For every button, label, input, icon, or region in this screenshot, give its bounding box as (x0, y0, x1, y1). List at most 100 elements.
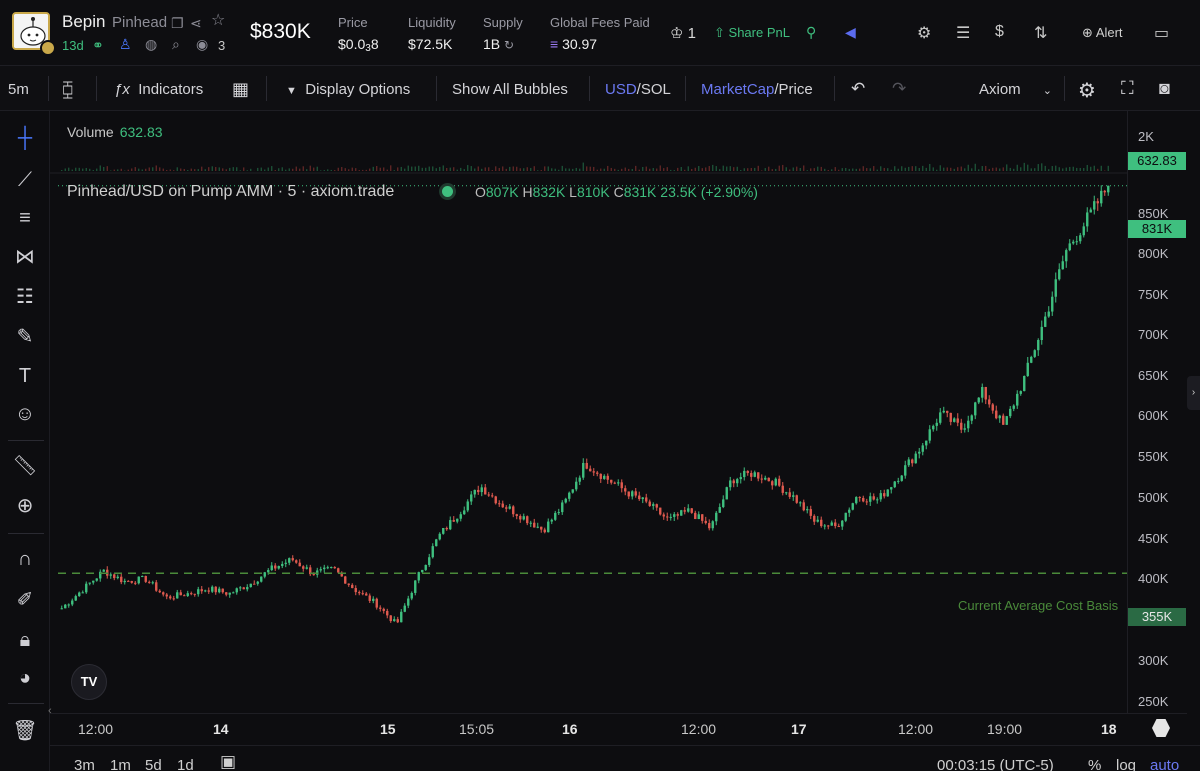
candle-body (137, 576, 140, 584)
volume-bar (978, 169, 980, 171)
list-icon[interactable]: ☰ (956, 23, 970, 43)
candle-body (228, 592, 231, 595)
expand-panel-button[interactable]: › (1187, 376, 1200, 410)
undo-icon[interactable]: ↶ (851, 79, 865, 99)
crosshair-icon[interactable]: ┼ (10, 124, 40, 152)
candle-body (162, 592, 165, 595)
candle-body (148, 581, 151, 583)
camera-icon[interactable]: ◙ (1159, 78, 1170, 99)
candlestick-plot[interactable] (50, 111, 1127, 713)
candle-body (816, 519, 819, 522)
provider-select[interactable]: Axiom ⌄ (979, 81, 1052, 98)
range-3m[interactable]: 3m (74, 757, 95, 771)
swap-icon[interactable]: ⇅ (1034, 23, 1047, 43)
trash-icon[interactable]: 🗑︎ (10, 717, 40, 745)
percent-toggle[interactable]: % (1088, 757, 1101, 771)
settings-icon[interactable]: ⚙ (917, 23, 931, 43)
window-icon[interactable]: ▭ (1154, 23, 1169, 43)
cost-basis-badge: 355K (1128, 608, 1186, 626)
candle-body (953, 418, 956, 422)
search-icon[interactable]: ⌕ (172, 37, 180, 51)
candle-body (141, 575, 144, 577)
candle-body (498, 503, 501, 505)
volume-bar (323, 170, 325, 171)
user-icon[interactable]: ♙ (119, 37, 132, 51)
volume-bar (719, 169, 721, 171)
fullscreen-icon[interactable]: ⛶ (1121, 78, 1134, 99)
price-chart[interactable] (50, 111, 1127, 713)
candle-body (718, 507, 721, 513)
indicators-button[interactable]: ƒx Indicators (114, 81, 203, 98)
zoom-in-icon[interactable]: ⊕ (10, 492, 40, 520)
calendar-icon[interactable]: ▣ (220, 752, 236, 771)
candle-body (172, 598, 175, 600)
candle-body (687, 508, 690, 512)
display-options-button[interactable]: ▼ Display Options (286, 81, 410, 98)
tradingview-logo[interactable]: TV (71, 664, 107, 700)
candle-body (550, 519, 553, 522)
candle-body (827, 525, 830, 527)
crown-counter[interactable]: ♔ 1 (670, 24, 696, 42)
globe-icon[interactable]: ◍ (145, 37, 157, 51)
candle-type-icon[interactable]: ⧮ (62, 79, 73, 100)
volume-bar (393, 170, 395, 171)
candle-body (169, 596, 172, 599)
chart-settings-icon[interactable]: ⚙ (1078, 78, 1096, 103)
megaphone-icon[interactable]: ◀ (845, 24, 856, 41)
candle-body (834, 522, 837, 527)
candle-body (911, 459, 914, 464)
volume-bar (1062, 168, 1064, 171)
candle-body (690, 508, 693, 513)
token-name: Bepin (62, 12, 106, 31)
range-1d[interactable]: 1d (177, 757, 194, 771)
metric-toggle[interactable]: MarketCap/Price (701, 81, 813, 98)
trendline-icon[interactable]: ⟋ (10, 166, 40, 194)
layout-grid-icon[interactable]: ▦ (232, 79, 249, 100)
ohlc-legend: O807K H832K L810K C831K 23.5K (+2.90%) (475, 184, 758, 200)
lock-icon[interactable]: 🔒︎ (10, 626, 40, 654)
share-pnl-button[interactable]: ⇧ Share PnL (714, 25, 790, 41)
candle-body (788, 492, 791, 497)
dollar-icon[interactable]: $ (995, 23, 1004, 41)
candle-body (620, 482, 623, 489)
volume-bar (743, 168, 745, 171)
brush-icon[interactable]: ✎ (10, 323, 40, 351)
volume-bar (883, 167, 885, 171)
range-5d[interactable]: 5d (145, 757, 162, 771)
volume-bar (855, 168, 857, 171)
share-icon[interactable]: ⋖ (190, 16, 202, 30)
pin-icon[interactable]: ⚲ (806, 24, 816, 41)
link-icon[interactable]: ⚭ (92, 38, 104, 52)
ruler-icon[interactable]: 📏︎ (10, 452, 40, 480)
copy-icon[interactable]: ❐ (171, 16, 184, 30)
emoji-icon[interactable]: ☺ (10, 400, 40, 428)
candle-body (312, 574, 315, 576)
alert-button[interactable]: ⊕ Alert (1082, 25, 1123, 41)
candle-body (722, 499, 725, 508)
clock-readout[interactable]: 00:03:15 (UTC-5) (937, 757, 1054, 771)
candle-body (571, 489, 574, 493)
fib-icon[interactable]: ☷ (10, 283, 40, 311)
auto-toggle[interactable]: auto (1150, 757, 1179, 771)
currency-toggle[interactable]: USD/SOL (605, 81, 671, 98)
show-bubbles-button[interactable]: Show All Bubbles (452, 81, 568, 98)
log-toggle[interactable]: log (1116, 757, 1136, 771)
stat-value: $0.038 (338, 36, 379, 54)
volume-bar (1076, 167, 1078, 171)
volume-bar (502, 166, 504, 171)
volume-bar (302, 166, 304, 171)
text-icon[interactable]: T (10, 362, 40, 390)
candle-body (883, 493, 886, 497)
volume-bar (939, 165, 941, 171)
lock-drawing-icon[interactable]: ✐ (10, 586, 40, 614)
pattern-icon[interactable]: ⋈ (10, 243, 40, 271)
candle-body (361, 593, 364, 595)
star-icon[interactable]: ☆ (211, 13, 225, 29)
hide-icon[interactable]: ◕ (10, 664, 40, 692)
interval-select[interactable]: 5m (8, 81, 29, 98)
magnet-icon[interactable]: ∩ (10, 545, 40, 573)
volume-bar (729, 166, 731, 171)
redo-icon[interactable]: ↷ (892, 79, 906, 99)
range-1m[interactable]: 1m (110, 757, 131, 771)
horizontal-lines-icon[interactable]: ≡ (10, 204, 40, 232)
